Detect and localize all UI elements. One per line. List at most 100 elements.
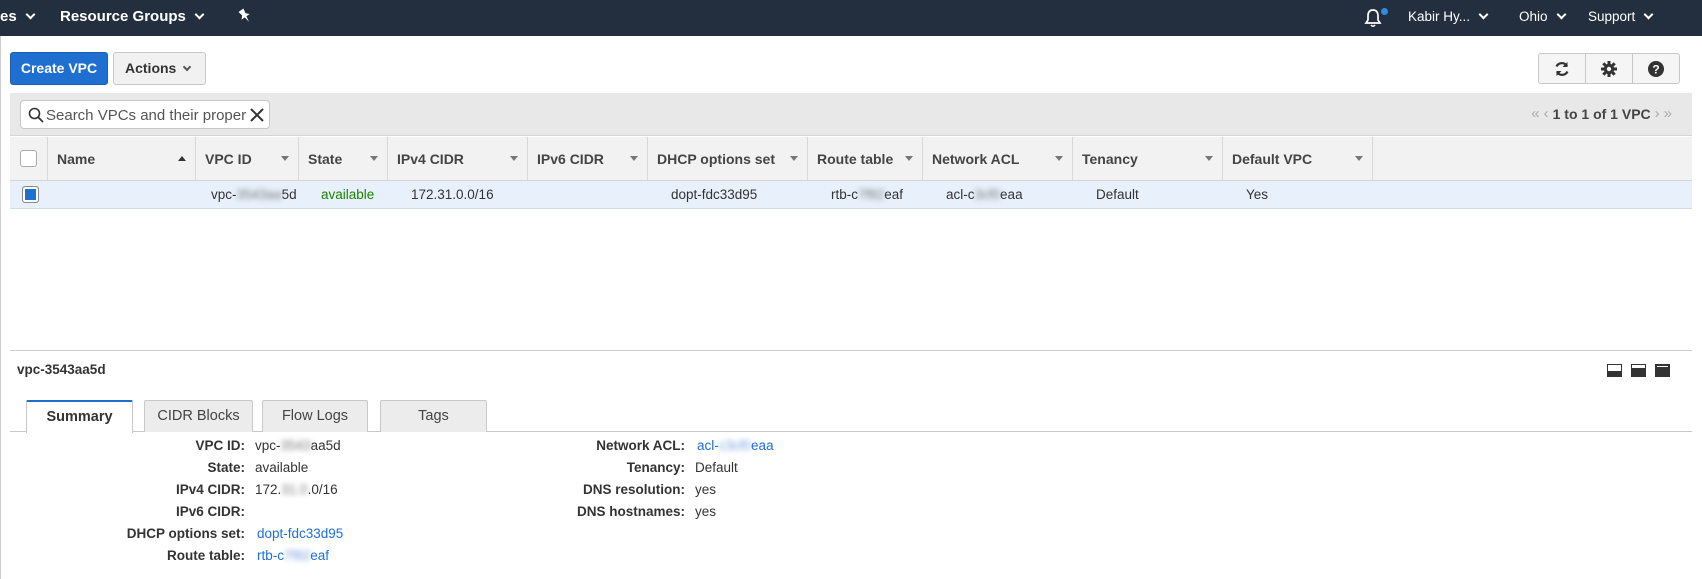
- layout-full-icon[interactable]: [1655, 364, 1670, 377]
- ipv4-suffix: .0/16: [307, 482, 338, 497]
- account-label: Kabir Hy...: [1408, 9, 1471, 24]
- next-page-icon[interactable]: ›: [1655, 105, 1660, 122]
- select-all-checkbox[interactable]: [20, 150, 37, 167]
- column-label: Name: [57, 151, 96, 167]
- account-menu[interactable]: Kabir Hy...: [1408, 0, 1489, 36]
- table-row[interactable]: vpc-3543aa5d available 172.31.0.0/16 dop…: [10, 181, 1692, 209]
- tab-tags[interactable]: Tags: [380, 400, 487, 432]
- search-input[interactable]: [46, 104, 246, 126]
- route-table-link[interactable]: rtb-c7f82eaf: [257, 548, 329, 563]
- column-label: Network ACL: [932, 151, 1020, 167]
- chevron-down-icon: [25, 9, 36, 20]
- column-label: IPv4 CIDR: [397, 151, 464, 167]
- pane-divider[interactable]: [10, 350, 1692, 351]
- pane-layout-controls: [1607, 364, 1670, 377]
- route-table-redacted: 7f82: [284, 548, 311, 563]
- column-label: Route table: [817, 151, 894, 167]
- column-header-default-vpc[interactable]: Default VPC: [1223, 137, 1373, 181]
- chevron-down-icon: [1556, 9, 1566, 20]
- chevron-down-icon: [194, 9, 205, 20]
- actions-label: Actions: [125, 60, 177, 76]
- help-icon: ?: [1648, 60, 1664, 77]
- svg-text:?: ?: [1652, 62, 1659, 76]
- resource-groups-menu[interactable]: Resource Groups: [60, 0, 205, 36]
- sort-icon: [281, 156, 289, 161]
- row-checkbox[interactable]: [22, 186, 39, 203]
- route-table-redacted: 7f82: [858, 187, 885, 202]
- route-table-suffix: eaf: [884, 187, 904, 202]
- column-header-route-table[interactable]: Route table: [808, 137, 923, 181]
- column-header-ipv4-cidr[interactable]: IPv4 CIDR: [388, 137, 528, 181]
- column-header-state[interactable]: State: [299, 137, 388, 181]
- create-vpc-button[interactable]: Create VPC: [10, 52, 108, 85]
- sort-icon: [630, 156, 638, 161]
- search-icon: [28, 107, 44, 123]
- region-label: Ohio: [1519, 9, 1548, 24]
- column-label: Default VPC: [1232, 151, 1313, 167]
- route-table-prefix: rtb-c: [257, 548, 284, 563]
- field-label: Tenancy:: [626, 460, 685, 475]
- cell-tenancy: Default: [1096, 187, 1139, 202]
- ipv4-redacted: 31.0: [281, 482, 308, 497]
- clear-search-icon[interactable]: [249, 107, 265, 123]
- settings-button[interactable]: [1586, 54, 1633, 83]
- support-label: Support: [1588, 9, 1636, 24]
- field-label: DNS resolution:: [582, 482, 685, 497]
- ipv4-prefix: 172.: [255, 482, 282, 497]
- dhcp-options-link[interactable]: dopt-fdc33d95: [257, 526, 343, 541]
- help-button[interactable]: ?: [1633, 54, 1679, 83]
- refresh-button[interactable]: [1539, 54, 1586, 83]
- column-header-name[interactable]: Name: [48, 137, 196, 181]
- chevron-down-icon: [183, 62, 192, 72]
- details-title: vpc-3543aa5d: [17, 362, 106, 377]
- cell-route-table: rtb-c7f82eaf: [831, 181, 903, 209]
- cell-ipv4-cidr: 172.31.0.0/16: [411, 187, 494, 202]
- sort-icon: [1205, 156, 1213, 161]
- network-acl-link[interactable]: acl-c3cf0eaa: [697, 438, 774, 453]
- tenancy-value: Default: [695, 460, 738, 475]
- column-label: State: [308, 151, 343, 167]
- support-menu[interactable]: Support: [1588, 0, 1654, 36]
- sort-icon: [1055, 156, 1063, 161]
- cell-default-vpc: Yes: [1246, 187, 1269, 202]
- tab-summary[interactable]: Summary: [26, 400, 133, 433]
- services-menu[interactable]: es: [0, 0, 36, 36]
- sort-icon: [905, 156, 913, 161]
- actions-button[interactable]: Actions: [113, 52, 206, 85]
- cell-vpc-id: vpc-3543aa5d: [211, 181, 297, 209]
- field-label: VPC ID:: [195, 438, 245, 453]
- left-border: [0, 36, 1, 579]
- toolbar-icon-group: ?: [1538, 53, 1680, 84]
- pin-icon[interactable]: [236, 6, 254, 28]
- notification-dot: [1381, 8, 1388, 15]
- ipv4-cidr-value: 172.31.0.0/16: [255, 482, 338, 497]
- last-page-icon[interactable]: »: [1664, 105, 1672, 122]
- column-label: VPC ID: [205, 151, 252, 167]
- column-header-tenancy[interactable]: Tenancy: [1073, 137, 1223, 181]
- column-header-ipv6-cidr[interactable]: IPv6 CIDR: [528, 137, 648, 181]
- layout-half-icon[interactable]: [1631, 364, 1646, 377]
- prev-page-icon[interactable]: ‹: [1544, 105, 1549, 122]
- column-header-vpc-id[interactable]: VPC ID: [196, 137, 299, 181]
- tab-flow-logs[interactable]: Flow Logs: [262, 400, 368, 432]
- field-label: IPv6 CIDR:: [175, 504, 245, 519]
- column-header-dhcp-options[interactable]: DHCP options set: [648, 137, 808, 181]
- column-header-network-acl[interactable]: Network ACL: [923, 137, 1073, 181]
- region-menu[interactable]: Ohio: [1519, 0, 1566, 36]
- network-acl-prefix: acl-: [697, 438, 719, 453]
- field-label: IPv4 CIDR:: [175, 482, 245, 497]
- first-page-icon[interactable]: «: [1531, 105, 1539, 122]
- tab-cidr-blocks[interactable]: CIDR Blocks: [144, 400, 253, 432]
- vpc-id-redacted: 3543: [280, 438, 311, 453]
- vpc-id-prefix: vpc-: [211, 187, 237, 202]
- layout-bottom-icon[interactable]: [1607, 364, 1622, 377]
- field-label: DHCP options set:: [126, 526, 245, 541]
- network-acl-redacted: c3cf0: [718, 438, 752, 453]
- vpc-id-suffix: aa5d: [310, 438, 341, 453]
- search-box[interactable]: [20, 100, 270, 129]
- field-label: Route table:: [166, 548, 245, 563]
- sort-icon: [510, 156, 518, 161]
- network-acl-prefix: acl-c: [946, 187, 975, 202]
- chevron-down-icon: [1643, 9, 1654, 20]
- sort-ascending-icon: [178, 156, 186, 161]
